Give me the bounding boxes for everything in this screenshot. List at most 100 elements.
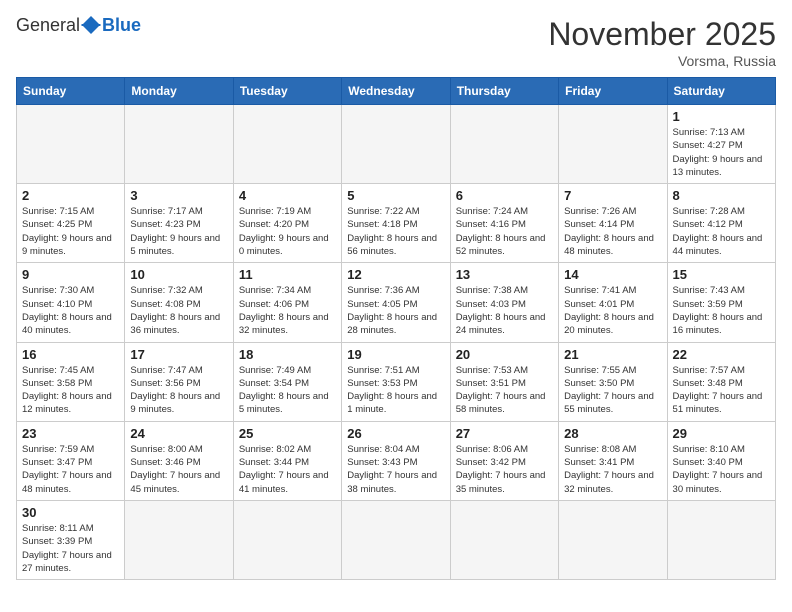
calendar-week-row: 30 Sunrise: 8:11 AMSunset: 3:39 PMDayligh… — [17, 500, 776, 579]
day-number: 7 — [564, 188, 661, 203]
calendar-day-cell: 11Sunrise: 7:34 AMSunset: 4:06 PMDayligh… — [233, 263, 341, 342]
page-header: General Blue November 2025 Vorsma, Russi… — [16, 16, 776, 69]
day-number: 12 — [347, 267, 444, 282]
day-number: 22 — [673, 347, 770, 362]
calendar-week-row: 1 Sunrise: 7:13 AMSunset: 4:27 PMDaylight… — [17, 105, 776, 184]
calendar-day-cell: 29Sunrise: 8:10 AMSunset: 3:40 PMDayligh… — [667, 421, 775, 500]
calendar-day-cell: 24Sunrise: 8:00 AMSunset: 3:46 PMDayligh… — [125, 421, 233, 500]
day-info: Sunrise: 7:17 AMSunset: 4:23 PMDaylight:… — [130, 205, 227, 258]
day-info: Sunrise: 8:04 AMSunset: 3:43 PMDaylight:… — [347, 443, 444, 496]
day-info: Sunrise: 8:06 AMSunset: 3:42 PMDaylight:… — [456, 443, 553, 496]
calendar-day-cell: 28 Sunrise: 8:08 AMSunset: 3:41 PMDayligh… — [559, 421, 667, 500]
calendar-day-cell — [17, 105, 125, 184]
day-info: Sunrise: 7:13 AMSunset: 4:27 PMDaylight:… — [673, 126, 770, 179]
calendar-day-cell — [125, 500, 233, 579]
day-number: 4 — [239, 188, 336, 203]
day-number: 15 — [673, 267, 770, 282]
calendar-day-cell: 16Sunrise: 7:45 AMSunset: 3:58 PMDayligh… — [17, 342, 125, 421]
calendar-day-cell: 2Sunrise: 7:15 AMSunset: 4:25 PMDaylight… — [17, 184, 125, 263]
weekday-header-saturday: Saturday — [667, 78, 775, 105]
day-info: Sunrise: 7:24 AMSunset: 4:16 PMDaylight:… — [456, 205, 553, 258]
calendar-day-cell — [233, 500, 341, 579]
day-info: Sunrise: 7:30 AMSunset: 4:10 PMDaylight:… — [22, 284, 119, 337]
calendar-day-cell: 20 Sunrise: 7:53 AMSunset: 3:51 PMDayligh… — [450, 342, 558, 421]
day-info: Sunrise: 7:22 AMSunset: 4:18 PMDaylight:… — [347, 205, 444, 258]
day-number: 6 — [456, 188, 553, 203]
day-info: Sunrise: 7:28 AMSunset: 4:12 PMDaylight:… — [673, 205, 770, 258]
logo: General Blue — [16, 16, 141, 34]
day-number: 21 — [564, 347, 661, 362]
day-number: 11 — [239, 267, 336, 282]
calendar-day-cell: 18Sunrise: 7:49 AMSunset: 3:54 PMDayligh… — [233, 342, 341, 421]
calendar-day-cell: 26 Sunrise: 8:04 AMSunset: 3:43 PMDayligh… — [342, 421, 450, 500]
calendar-day-cell: 1 Sunrise: 7:13 AMSunset: 4:27 PMDaylight… — [667, 105, 775, 184]
day-number: 19 — [347, 347, 444, 362]
day-number: 13 — [456, 267, 553, 282]
weekday-header-thursday: Thursday — [450, 78, 558, 105]
calendar-day-cell: 15 Sunrise: 7:43 AMSunset: 3:59 PMDayligh… — [667, 263, 775, 342]
month-title: November 2025 — [548, 16, 776, 53]
day-number: 20 — [456, 347, 553, 362]
day-number: 5 — [347, 188, 444, 203]
day-info: Sunrise: 7:36 AMSunset: 4:05 PMDaylight:… — [347, 284, 444, 337]
weekday-header-friday: Friday — [559, 78, 667, 105]
day-info: Sunrise: 7:41 AMSunset: 4:01 PMDaylight:… — [564, 284, 661, 337]
day-info: Sunrise: 8:11 AMSunset: 3:39 PMDaylight:… — [22, 522, 119, 575]
day-info: Sunrise: 8:10 AMSunset: 3:40 PMDaylight:… — [673, 443, 770, 496]
day-number: 3 — [130, 188, 227, 203]
calendar-day-cell — [342, 500, 450, 579]
day-number: 14 — [564, 267, 661, 282]
calendar-day-cell: 14 Sunrise: 7:41 AMSunset: 4:01 PMDayligh… — [559, 263, 667, 342]
day-number: 28 — [564, 426, 661, 441]
day-number: 1 — [673, 109, 770, 124]
day-info: Sunrise: 8:02 AMSunset: 3:44 PMDaylight:… — [239, 443, 336, 496]
title-block: November 2025 Vorsma, Russia — [548, 16, 776, 69]
day-number: 30 — [22, 505, 119, 520]
day-number: 26 — [347, 426, 444, 441]
day-info: Sunrise: 8:00 AMSunset: 3:46 PMDaylight:… — [130, 443, 227, 496]
calendar-day-cell: 8 Sunrise: 7:28 AMSunset: 4:12 PMDaylight… — [667, 184, 775, 263]
calendar-day-cell: 9 Sunrise: 7:30 AMSunset: 4:10 PMDaylight… — [17, 263, 125, 342]
day-number: 25 — [239, 426, 336, 441]
day-info: Sunrise: 7:51 AMSunset: 3:53 PMDaylight:… — [347, 364, 444, 417]
calendar-week-row: 2Sunrise: 7:15 AMSunset: 4:25 PMDaylight… — [17, 184, 776, 263]
location-title: Vorsma, Russia — [548, 53, 776, 69]
day-info: Sunrise: 7:57 AMSunset: 3:48 PMDaylight:… — [673, 364, 770, 417]
day-number: 9 — [22, 267, 119, 282]
calendar-day-cell — [450, 500, 558, 579]
weekday-header-monday: Monday — [125, 78, 233, 105]
calendar-day-cell — [559, 105, 667, 184]
calendar-header-row: SundayMondayTuesdayWednesdayThursdayFrid… — [17, 78, 776, 105]
calendar-day-cell — [125, 105, 233, 184]
day-info: Sunrise: 7:38 AMSunset: 4:03 PMDaylight:… — [456, 284, 553, 337]
day-info: Sunrise: 8:08 AMSunset: 3:41 PMDaylight:… — [564, 443, 661, 496]
day-info: Sunrise: 7:49 AMSunset: 3:54 PMDaylight:… — [239, 364, 336, 417]
day-number: 10 — [130, 267, 227, 282]
calendar-table: SundayMondayTuesdayWednesdayThursdayFrid… — [16, 77, 776, 580]
day-info: Sunrise: 7:53 AMSunset: 3:51 PMDaylight:… — [456, 364, 553, 417]
calendar-day-cell: 6 Sunrise: 7:24 AMSunset: 4:16 PMDaylight… — [450, 184, 558, 263]
day-number: 16 — [22, 347, 119, 362]
day-info: Sunrise: 7:43 AMSunset: 3:59 PMDaylight:… — [673, 284, 770, 337]
day-info: Sunrise: 7:19 AMSunset: 4:20 PMDaylight:… — [239, 205, 336, 258]
calendar-day-cell — [342, 105, 450, 184]
calendar-day-cell: 5 Sunrise: 7:22 AMSunset: 4:18 PMDaylight… — [342, 184, 450, 263]
calendar-day-cell: 30 Sunrise: 8:11 AMSunset: 3:39 PMDayligh… — [17, 500, 125, 579]
calendar-day-cell: 22 Sunrise: 7:57 AMSunset: 3:48 PMDayligh… — [667, 342, 775, 421]
day-number: 8 — [673, 188, 770, 203]
calendar-day-cell — [233, 105, 341, 184]
calendar-day-cell: 3 Sunrise: 7:17 AMSunset: 4:23 PMDaylight… — [125, 184, 233, 263]
day-info: Sunrise: 7:55 AMSunset: 3:50 PMDaylight:… — [564, 364, 661, 417]
weekday-header-tuesday: Tuesday — [233, 78, 341, 105]
calendar-day-cell: 4 Sunrise: 7:19 AMSunset: 4:20 PMDaylight… — [233, 184, 341, 263]
day-number: 23 — [22, 426, 119, 441]
day-info: Sunrise: 7:59 AMSunset: 3:47 PMDaylight:… — [22, 443, 119, 496]
calendar-day-cell — [559, 500, 667, 579]
weekday-header-wednesday: Wednesday — [342, 78, 450, 105]
calendar-week-row: 16Sunrise: 7:45 AMSunset: 3:58 PMDayligh… — [17, 342, 776, 421]
calendar-week-row: 23 Sunrise: 7:59 AMSunset: 3:47 PMDayligh… — [17, 421, 776, 500]
calendar-day-cell: 23 Sunrise: 7:59 AMSunset: 3:47 PMDayligh… — [17, 421, 125, 500]
day-number: 2 — [22, 188, 119, 203]
day-info: Sunrise: 7:26 AMSunset: 4:14 PMDaylight:… — [564, 205, 661, 258]
calendar-day-cell: 13 Sunrise: 7:38 AMSunset: 4:03 PMDayligh… — [450, 263, 558, 342]
